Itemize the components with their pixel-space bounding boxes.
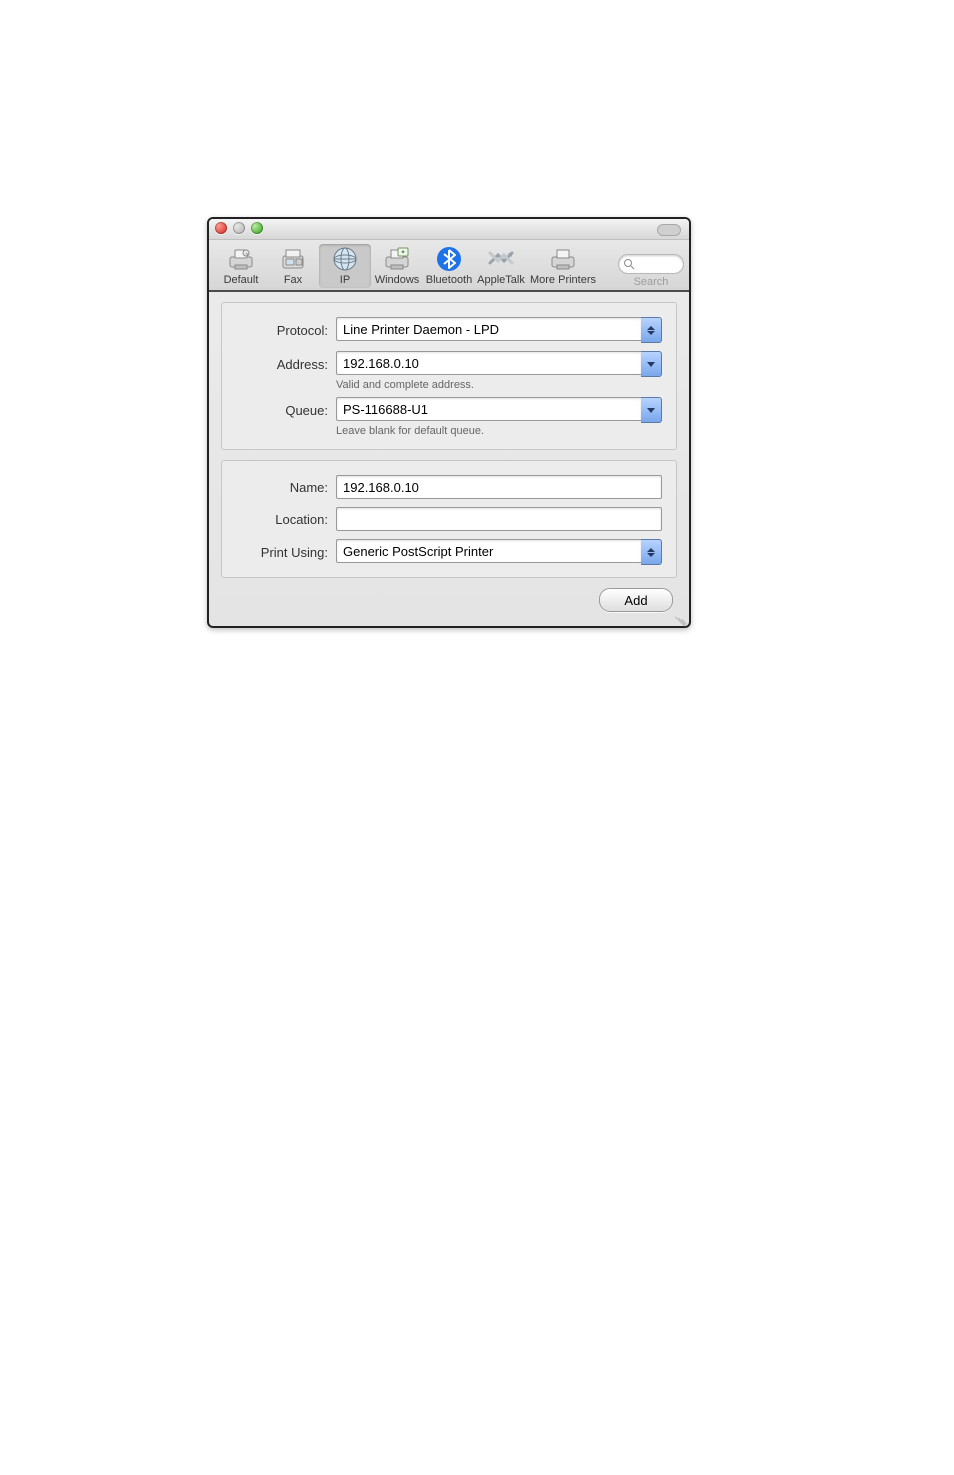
toolbar-item-more-printers[interactable]: More Printers xyxy=(527,244,599,288)
search-input[interactable] xyxy=(618,254,684,274)
dropdown-arrow-icon[interactable] xyxy=(641,351,662,377)
svg-text:✦: ✦ xyxy=(400,249,405,256)
queue-combo[interactable] xyxy=(336,397,662,423)
stepper-arrows-icon[interactable] xyxy=(641,317,662,343)
close-button-icon[interactable] xyxy=(215,222,227,234)
toolbar: Default Fax IP xyxy=(209,240,689,292)
zoom-button-icon[interactable] xyxy=(251,222,263,234)
bluetooth-icon xyxy=(434,246,464,272)
stepper-arrows-icon[interactable] xyxy=(641,539,662,565)
globe-icon xyxy=(330,246,360,272)
toolbar-item-default[interactable]: Default xyxy=(215,244,267,288)
titlebar[interactable] xyxy=(209,219,689,240)
toolbar-label: Bluetooth xyxy=(426,274,472,286)
toolbar-label: Search xyxy=(634,276,669,288)
location-label: Location: xyxy=(236,512,328,527)
resize-handle-icon[interactable] xyxy=(673,610,687,624)
toolbar-label: Default xyxy=(224,274,259,286)
minimize-button-icon xyxy=(233,222,245,234)
add-printer-window: Default Fax IP xyxy=(207,217,691,628)
name-input[interactable] xyxy=(336,475,662,499)
location-input[interactable] xyxy=(336,507,662,531)
printer-default-icon xyxy=(226,246,256,272)
toolbar-label: Fax xyxy=(284,274,302,286)
print-using-label: Print Using: xyxy=(236,545,328,560)
protocol-select[interactable]: Line Printer Daemon - LPD xyxy=(336,317,662,343)
toolbar-label: AppleTalk xyxy=(477,274,525,286)
toolbar-item-fax[interactable]: Fax xyxy=(267,244,319,288)
queue-hint: Leave blank for default queue. xyxy=(336,425,662,437)
toolbar-search: Search xyxy=(619,254,683,288)
protocol-value: Line Printer Daemon - LPD xyxy=(336,317,641,341)
toolbar-item-appletalk[interactable]: AppleTalk xyxy=(475,244,527,288)
toolbar-label: IP xyxy=(340,274,350,286)
address-input[interactable] xyxy=(336,351,641,375)
add-button[interactable]: Add xyxy=(599,588,673,612)
address-combo[interactable] xyxy=(336,351,662,377)
window-controls xyxy=(215,222,263,234)
fax-icon xyxy=(278,246,308,272)
address-hint: Valid and complete address. xyxy=(336,379,662,391)
queue-label: Queue: xyxy=(236,403,328,418)
search-icon xyxy=(623,258,635,270)
toolbar-label: More Printers xyxy=(530,274,596,286)
connection-panel: Protocol: Line Printer Daemon - LPD Addr… xyxy=(221,302,677,450)
dropdown-arrow-icon[interactable] xyxy=(641,397,662,423)
print-using-select[interactable]: Generic PostScript Printer xyxy=(336,539,662,565)
toolbar-item-bluetooth[interactable]: Bluetooth xyxy=(423,244,475,288)
toolbar-item-windows[interactable]: ✦ Windows xyxy=(371,244,423,288)
toolbar-toggle-button[interactable] xyxy=(657,224,681,236)
print-using-value: Generic PostScript Printer xyxy=(336,539,641,563)
toolbar-label: Windows xyxy=(375,274,420,286)
more-printers-icon xyxy=(548,246,578,272)
toolbar-item-ip[interactable]: IP xyxy=(319,244,371,288)
protocol-label: Protocol: xyxy=(236,323,328,338)
queue-input[interactable] xyxy=(336,397,641,421)
dialog-footer: Add xyxy=(209,588,689,626)
name-label: Name: xyxy=(236,480,328,495)
address-label: Address: xyxy=(236,357,328,372)
printer-info-panel: Name: Location: Print Using: Generic Pos… xyxy=(221,460,677,578)
windows-printer-icon: ✦ xyxy=(382,246,412,272)
appletalk-icon xyxy=(486,246,516,272)
